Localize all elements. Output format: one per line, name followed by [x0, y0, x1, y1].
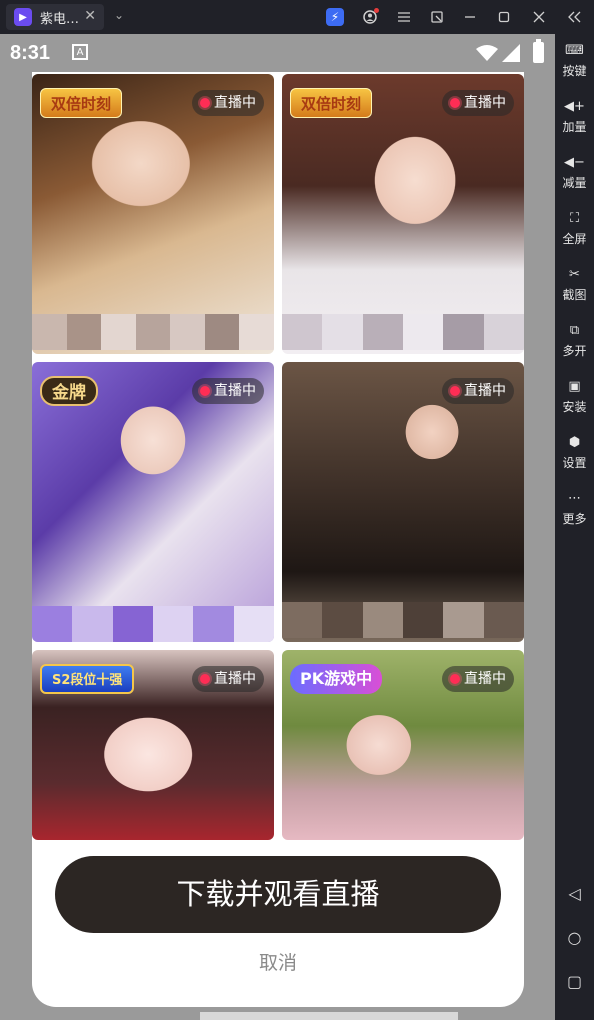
- blurred-caption: [282, 314, 524, 350]
- live-badge: 直播中: [192, 666, 264, 692]
- live-badge: 直播中: [442, 666, 514, 692]
- tag-badge: 双倍时刻: [40, 88, 123, 118]
- live-badge: 直播中: [442, 90, 514, 116]
- tag-badge: PK游戏中: [290, 664, 383, 694]
- sidebar-item-label: 按键: [562, 64, 587, 78]
- download-and-watch-button[interactable]: 下载并观看直播: [55, 856, 501, 933]
- volume-up-icon: ◀+: [564, 99, 585, 114]
- sidebar-item-label: 减量: [562, 176, 587, 190]
- sidebar-item-label: 全屏: [562, 232, 587, 246]
- close-window-icon[interactable]: [530, 8, 548, 26]
- live-tile[interactable]: 直播中: [282, 362, 524, 642]
- sidebar-item-label: 更多: [562, 512, 587, 526]
- sidebar-item-label: 加量: [562, 120, 587, 134]
- notification-a-icon: A: [72, 44, 88, 60]
- app-logo-icon: ▶: [14, 8, 32, 26]
- user-icon[interactable]: [361, 8, 379, 26]
- sidebar-item-more[interactable]: ⋯ 更多: [555, 490, 594, 527]
- phone-screen: 双倍时刻 直播中 双倍时刻 直播中 金牌 直播中 直播中 S2段位十强 直播中 …: [0, 72, 555, 1020]
- live-tile[interactable]: 双倍时刻 直播中: [282, 74, 524, 354]
- volume-down-icon: ◀−: [564, 155, 585, 170]
- emulator-sidebar: ⌨ 按键 ◀+ 加量 ◀− 减量 ⛶ 全屏 ✂ 截图 ⧉ 多开 ▣ 安装 ⬢ 设: [555, 34, 594, 1020]
- live-tile[interactable]: PK游戏中 直播中: [282, 650, 524, 840]
- sidebar-item-screenshot[interactable]: ✂ 截图: [555, 266, 594, 303]
- streamer-thumbnail: [282, 362, 524, 642]
- live-tile[interactable]: 双倍时刻 直播中: [32, 74, 274, 354]
- scissors-icon: ✂: [569, 267, 580, 282]
- sidebar-item-install[interactable]: ▣ 安装: [555, 378, 594, 415]
- tag-badge: S2段位十强: [40, 664, 135, 694]
- download-dialog: 双倍时刻 直播中 双倍时刻 直播中 金牌 直播中 直播中 S2段位十强 直播中 …: [32, 72, 524, 1007]
- android-statusbar: 8:31 A: [0, 34, 555, 72]
- bottom-bar: [200, 1012, 458, 1020]
- tag-badge: 金牌: [40, 376, 98, 406]
- cancel-button[interactable]: 取消: [32, 948, 524, 975]
- apk-install-icon: ▣: [568, 379, 581, 394]
- home-button[interactable]: ○: [555, 928, 594, 947]
- live-tile[interactable]: S2段位十强 直播中: [32, 650, 274, 840]
- sidebar-item-volume-down[interactable]: ◀− 减量: [555, 154, 594, 191]
- sidebar-item-label: 安装: [562, 400, 587, 414]
- blurred-caption: [32, 314, 274, 350]
- back-button[interactable]: ◁: [555, 884, 594, 903]
- live-badge: 直播中: [192, 90, 264, 116]
- bolt-icon[interactable]: ⚡: [326, 8, 344, 26]
- close-tab-icon[interactable]: ✕: [84, 8, 96, 24]
- keyboard-icon: ⌨: [565, 43, 584, 58]
- emulator-titlebar: ▶ 紫电… ✕ ⌄ ⚡: [0, 0, 594, 34]
- tab-title: 紫电…: [40, 11, 80, 27]
- recents-button[interactable]: ▢: [555, 972, 594, 991]
- tag-badge: 双倍时刻: [290, 88, 373, 118]
- settings-icon: ⬢: [568, 435, 581, 450]
- sidebar-item-label: 截图: [562, 288, 587, 302]
- cellular-signal-icon: [502, 44, 520, 62]
- collapse-sidebar-icon[interactable]: [565, 8, 583, 26]
- pin-window-icon[interactable]: [428, 8, 446, 26]
- sidebar-item-volume-up[interactable]: ◀+ 加量: [555, 98, 594, 135]
- sidebar-item-keys[interactable]: ⌨ 按键: [555, 42, 594, 79]
- multi-instance-icon: ⧉: [569, 323, 580, 338]
- live-badge: 直播中: [442, 378, 514, 404]
- app-tab[interactable]: ▶ 紫电… ✕: [6, 4, 104, 30]
- menu-icon[interactable]: [395, 8, 413, 26]
- fullscreen-icon: ⛶: [569, 211, 580, 226]
- clock: 8:31: [10, 42, 51, 64]
- live-tile[interactable]: 金牌 直播中: [32, 362, 274, 642]
- battery-icon: [533, 39, 544, 63]
- live-badge: 直播中: [192, 378, 264, 404]
- wifi-icon: [476, 45, 498, 61]
- sidebar-item-fullscreen[interactable]: ⛶ 全屏: [555, 210, 594, 247]
- sidebar-item-label: 设置: [562, 456, 587, 470]
- sidebar-item-label: 多开: [562, 344, 587, 358]
- blurred-caption: [32, 606, 274, 642]
- minimize-icon[interactable]: [461, 8, 479, 26]
- maximize-icon[interactable]: [495, 8, 513, 26]
- chevron-down-icon[interactable]: ⌄: [114, 8, 124, 22]
- sidebar-item-settings[interactable]: ⬢ 设置: [555, 434, 594, 471]
- sidebar-item-multi-instance[interactable]: ⧉ 多开: [555, 322, 594, 359]
- blurred-caption: [282, 602, 524, 638]
- more-icon: ⋯: [568, 491, 581, 506]
